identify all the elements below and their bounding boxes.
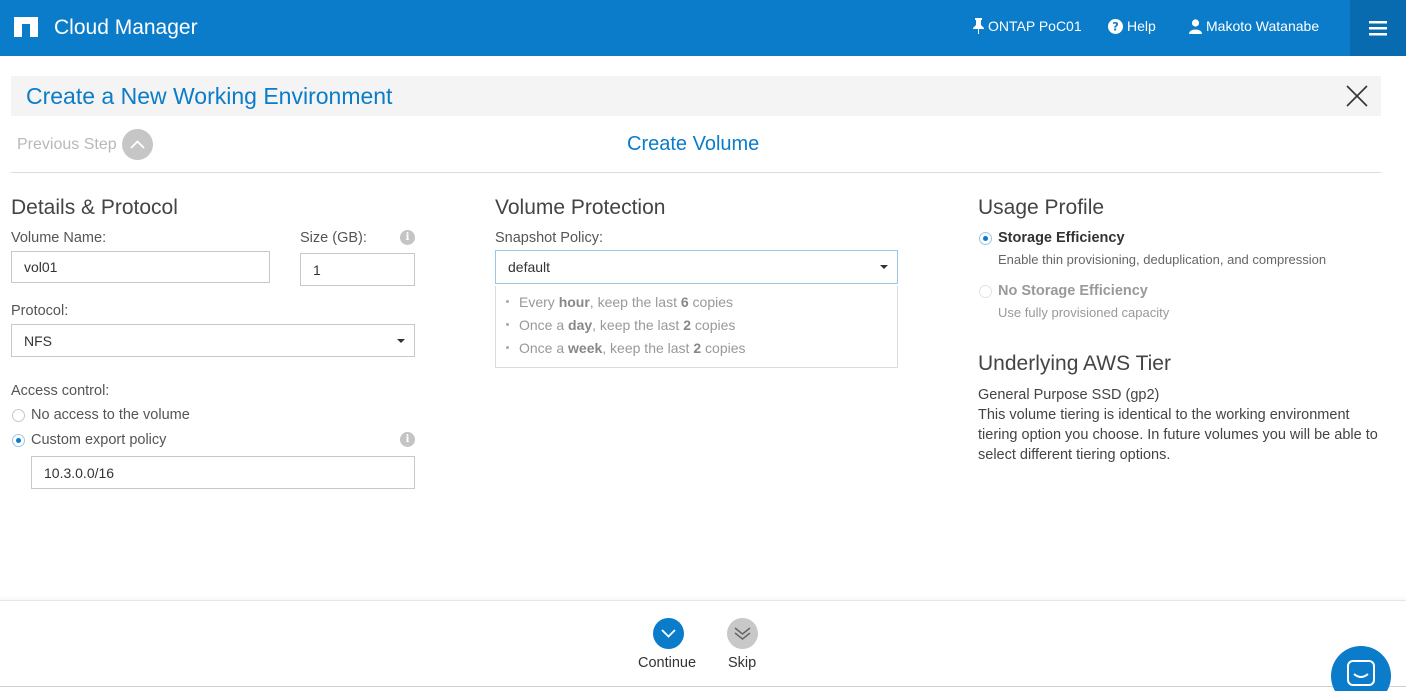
access-control-label: Access control: [11,383,110,399]
protocol-select[interactable]: NFS [11,324,415,357]
volume-name-value: vol01 [24,259,58,275]
top-bar: Cloud Manager ONTAP PoC01 ? Help Makoto … [0,0,1406,56]
help-label: Help [1127,18,1156,34]
details-heading: Details & Protocol [11,196,178,219]
snapshot-policy-value: default [508,259,551,275]
continue-label[interactable]: Continue [638,655,696,671]
list-item: Every hour, keep the last 6 copies [506,294,733,310]
custom-export-label[interactable]: Custom export policy [31,432,166,448]
protocol-label: Protocol: [11,303,69,319]
svg-text:?: ? [1112,20,1119,33]
no-storage-efficiency-desc: Use fully provisioned capacity [998,305,1170,320]
export-policy-value: 10.3.0.0/16 [44,464,115,481]
user-icon [1189,18,1202,34]
working-env-selector[interactable]: ONTAP PoC01 [973,18,1082,34]
aws-tier-name: General Purpose SSD (gp2) [978,387,1160,403]
storage-efficiency-desc: Enable thin provisioning, deduplication,… [998,252,1327,267]
no-access-radio[interactable] [12,409,25,422]
usage-heading: Usage Profile [978,196,1105,219]
storage-efficiency-radio[interactable] [979,232,992,245]
snapshot-schedule-list: Every hour, keep the last 6 copies Once … [495,286,898,368]
divider [0,686,1406,687]
size-value: 1 [313,261,321,278]
no-storage-efficiency-label[interactable]: No Storage Efficiency [998,283,1148,299]
wizard-header: Create a New Working Environment [11,76,1381,116]
caret-down-icon [397,339,405,343]
chevron-up-icon [130,140,145,149]
hamburger-menu-button[interactable] [1350,0,1406,56]
storage-efficiency-label[interactable]: Storage Efficiency [998,230,1125,246]
help-link[interactable]: ? Help [1108,18,1156,34]
snapshot-policy-label: Snapshot Policy: [495,230,604,246]
bullet-icon [506,345,509,349]
volume-name-input[interactable]: vol01 [11,251,270,283]
help-icon: ? [1108,18,1123,34]
size-input[interactable]: 1 [300,253,415,286]
user-name: Makoto Watanabe [1206,18,1320,34]
user-menu[interactable]: Makoto Watanabe [1189,18,1319,34]
app-title: Cloud Manager [54,16,198,39]
previous-step-button[interactable] [122,129,153,160]
divider [11,172,1381,173]
list-item: Once a day, keep the last 2 copies [506,317,735,333]
chat-icon [1347,660,1375,686]
bullet-icon [506,299,509,303]
list-item: Once a week, keep the last 2 copies [506,340,746,356]
page-title: Create a New Working Environment [26,83,393,109]
aws-tier-desc: This volume tiering is identical to the … [978,407,1378,463]
previous-step-label[interactable]: Previous Step [17,136,117,154]
chevron-down-icon [661,629,676,638]
no-access-label[interactable]: No access to the volume [31,407,190,423]
skip-button[interactable] [727,618,758,649]
export-policy-input[interactable]: 10.3.0.0/16 [31,456,415,489]
wizard-footer [0,600,1406,691]
hamburger-icon [1369,20,1387,35]
volume-name-label: Volume Name: [11,230,107,246]
custom-export-radio[interactable] [12,434,25,447]
aws-tier-heading: Underlying AWS Tier [978,352,1171,375]
step-title: Create Volume [627,133,760,155]
skip-label[interactable]: Skip [728,655,756,671]
protection-heading: Volume Protection [495,196,666,219]
close-icon[interactable] [1345,84,1369,108]
protocol-value: NFS [24,332,52,349]
aws-tier-info: General Purpose SSD (gp2) This volume ti… [978,385,1378,465]
snapshot-policy-select[interactable]: default [495,250,898,284]
caret-down-icon [880,265,888,269]
working-env-label: ONTAP PoC01 [988,18,1082,34]
no-storage-efficiency-radio[interactable] [979,285,992,298]
size-label: Size (GB): [300,230,367,246]
bullet-icon [506,322,509,326]
pin-icon [973,18,984,34]
double-chevron-down-icon [734,626,751,640]
info-icon[interactable]: i [400,432,415,447]
info-icon[interactable]: i [400,230,415,245]
netapp-logo-icon [14,17,38,37]
continue-button[interactable] [653,618,684,649]
